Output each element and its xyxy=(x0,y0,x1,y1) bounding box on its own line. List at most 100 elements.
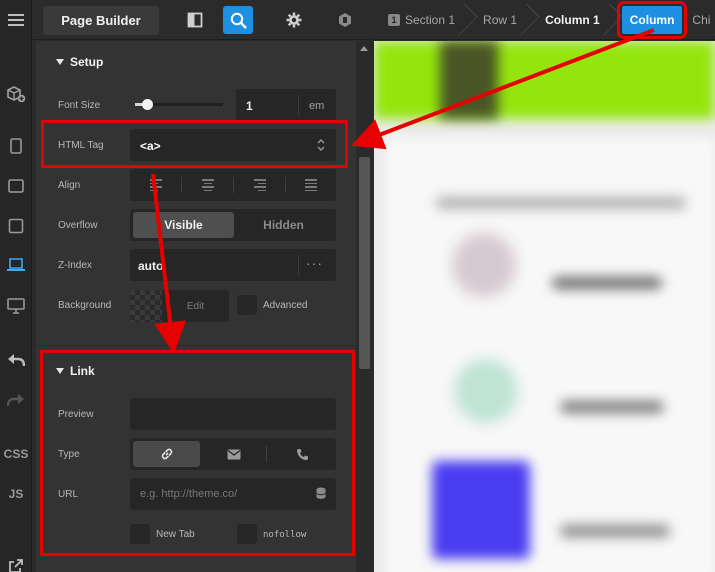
layout-icon[interactable] xyxy=(180,6,210,34)
menu-icon[interactable] xyxy=(0,6,32,34)
tablet-portrait-view-icon[interactable] xyxy=(0,172,32,200)
overflow-label: Overflow xyxy=(58,220,98,231)
background-swatch[interactable] xyxy=(130,290,162,322)
scrollbar-thumb[interactable] xyxy=(359,157,370,369)
zindex-more-button[interactable]: ··· xyxy=(306,255,323,271)
font-size-input[interactable]: 1 em xyxy=(236,89,336,121)
add-element-icon[interactable] xyxy=(0,80,32,108)
preview-text-line xyxy=(552,277,662,289)
settings-panel: Setup Font Size 1 em HTML Tag <a> Align xyxy=(36,41,356,572)
preview-label: Preview xyxy=(58,409,94,420)
page-builder-button[interactable]: Page Builder xyxy=(43,6,159,35)
preview-text-line xyxy=(560,525,670,537)
url-input[interactable]: e.g. http://theme.co/ xyxy=(130,478,336,510)
overflow-hidden-option[interactable]: Hidden xyxy=(234,212,333,238)
divider xyxy=(298,255,299,275)
link-icon[interactable] xyxy=(133,441,200,467)
top-toolbar: Page Builder xyxy=(32,0,373,40)
preview-canvas[interactable] xyxy=(374,41,715,572)
breadcrumb-column[interactable]: Column xyxy=(616,0,688,39)
align-center-icon[interactable] xyxy=(182,169,233,201)
gear-icon[interactable] xyxy=(279,6,309,34)
app-window: CSS JS Page Builder 1 Section 1 Row 1 Co… xyxy=(0,0,715,572)
desktop-view-icon[interactable] xyxy=(0,292,32,320)
section-divider xyxy=(36,345,356,346)
new-tab-checkbox[interactable] xyxy=(130,524,150,544)
scroll-up-arrow-icon[interactable] xyxy=(360,46,368,51)
divider xyxy=(298,95,299,115)
breadcrumb: 1 Section 1 Row 1 Column 1 Column Chi xyxy=(374,0,715,40)
mail-icon[interactable] xyxy=(200,438,268,470)
preview-text-line xyxy=(436,197,686,209)
theme-icon[interactable] xyxy=(330,6,360,34)
undo-icon[interactable] xyxy=(0,346,32,374)
zindex-label: Z-Index xyxy=(58,260,92,271)
url-placeholder: e.g. http://theme.co/ xyxy=(140,488,238,500)
zindex-input[interactable]: auto ··· xyxy=(130,249,336,281)
preview-header-block xyxy=(440,41,498,119)
preview-image-block xyxy=(432,461,530,559)
align-left-icon[interactable] xyxy=(130,169,181,201)
setup-section-toggle[interactable]: Setup xyxy=(56,55,103,69)
breadcrumb-label: Row 1 xyxy=(483,12,518,27)
link-section-toggle[interactable]: Link xyxy=(56,364,95,378)
html-tag-select[interactable]: <a> xyxy=(130,129,336,161)
font-size-unit[interactable]: em xyxy=(309,100,324,112)
align-right-icon[interactable] xyxy=(234,169,285,201)
overflow-toggle: Visible Hidden xyxy=(130,209,336,241)
collapse-triangle-icon xyxy=(56,59,64,65)
phone-view-icon[interactable] xyxy=(0,132,32,160)
phone-icon[interactable] xyxy=(268,438,336,470)
tablet-landscape-view-icon[interactable] xyxy=(0,212,32,240)
align-justify-icon[interactable] xyxy=(286,169,336,201)
align-label: Align xyxy=(58,180,81,191)
laptop-view-icon[interactable] xyxy=(0,251,32,279)
left-rail: CSS JS xyxy=(0,0,32,572)
preview-avatar xyxy=(452,233,516,297)
zindex-value: auto xyxy=(138,259,164,273)
external-link-icon[interactable] xyxy=(0,552,32,572)
css-button[interactable]: CSS xyxy=(0,440,32,468)
js-button[interactable]: JS xyxy=(0,480,32,508)
breadcrumb-label: Column xyxy=(616,0,688,39)
setup-title: Setup xyxy=(70,55,104,69)
breadcrumb-label: Section 1 xyxy=(405,12,456,27)
database-icon[interactable] xyxy=(316,487,326,500)
url-label: URL xyxy=(58,489,79,500)
align-control xyxy=(130,169,336,201)
preview-field[interactable] xyxy=(130,398,336,430)
type-label: Type xyxy=(58,449,80,460)
redo-icon[interactable] xyxy=(0,386,32,414)
advanced-checkbox[interactable] xyxy=(237,295,257,315)
preview-header-bar xyxy=(374,41,715,119)
html-tag-value: <a> xyxy=(140,139,161,153)
link-type-control xyxy=(130,438,336,470)
breadcrumb-section-1[interactable]: 1 Section 1 xyxy=(374,0,469,39)
link-title: Link xyxy=(70,364,95,378)
preview-avatar xyxy=(454,359,518,423)
search-icon[interactable] xyxy=(223,6,253,34)
nofollow-label: nofollow xyxy=(263,530,307,540)
background-label: Background xyxy=(58,300,112,311)
breadcrumb-label: Chi xyxy=(692,12,711,27)
breadcrumb-row-1[interactable]: Row 1 xyxy=(469,0,531,39)
nofollow-checkbox[interactable] xyxy=(237,524,257,544)
new-tab-label: New Tab xyxy=(156,529,195,540)
css-label: CSS xyxy=(3,447,29,461)
collapse-triangle-icon xyxy=(56,368,64,374)
background-edit-button[interactable]: Edit xyxy=(162,290,229,322)
preview-text-line xyxy=(560,401,664,413)
breadcrumb-column-1[interactable]: Column 1 xyxy=(531,0,614,39)
advanced-label: Advanced xyxy=(263,300,308,311)
font-size-slider-handle[interactable] xyxy=(142,99,153,110)
html-tag-label: HTML Tag xyxy=(58,140,104,151)
font-size-label: Font Size xyxy=(58,100,101,111)
font-size-value: 1 xyxy=(246,99,253,113)
js-label: JS xyxy=(8,487,24,501)
breadcrumb-child[interactable]: Chi xyxy=(682,0,715,39)
overflow-visible-option[interactable]: Visible xyxy=(133,212,234,238)
select-arrows-icon xyxy=(317,139,325,151)
section-number-badge: 1 xyxy=(388,13,400,26)
panel-scrollbar[interactable] xyxy=(356,41,373,572)
breadcrumb-label: Column 1 xyxy=(545,12,600,27)
